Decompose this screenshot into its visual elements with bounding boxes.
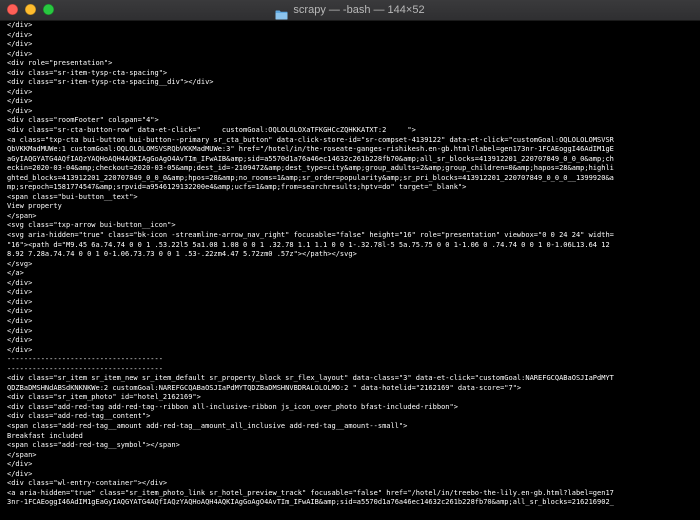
terminal-line: </div>	[7, 307, 33, 316]
terminal-line: 8.92 7.28a.74.74 0 0 1 0-1.06.73.73 0 0 …	[7, 250, 357, 259]
terminal-line: -------------------------------------	[7, 364, 163, 373]
terminal-line: </span>	[7, 211, 37, 220]
terminal-line: mp;srepoch=1581774547&amp;srpvid=a954612…	[7, 183, 467, 192]
terminal-line: </div>	[7, 460, 33, 469]
terminal-line: <div role="presentation">	[7, 59, 113, 68]
terminal-line: </div>	[7, 21, 33, 29]
terminal-line: -------------------------------------	[7, 355, 163, 364]
terminal-line: <svg aria-hidden="true" class="bk-icon -…	[7, 231, 614, 240]
window-title: scrapy — -bash — 144×52	[293, 4, 425, 16]
terminal-line: </a>	[7, 269, 24, 278]
terminal-line: <div class="sr_item_photo" id="hotel_216…	[7, 393, 201, 402]
terminal-line: </div>	[7, 288, 33, 297]
terminal-output[interactable]: </div> </div> </div> </div> <div role="prese…	[0, 21, 700, 520]
terminal-line: </div>	[7, 49, 33, 58]
terminal-line: </div>	[7, 278, 33, 287]
terminal-line: </div>	[7, 316, 33, 325]
folder-icon	[275, 5, 288, 20]
terminal-line: <span class="add-red-tag__amount add-red…	[7, 421, 408, 430]
terminal-line: <div class="add-red-tag add-red-tag--rib…	[7, 402, 458, 411]
terminal-line: <a aria-hidden="true" class="sr_item_pho…	[7, 488, 614, 497]
window-controls	[7, 4, 54, 15]
terminal-line: <div class="sr-item-tysp-cta-spacing__di…	[7, 78, 214, 87]
terminal-line: </div>	[7, 97, 33, 106]
terminal-line: <div class="sr-item-tysp-cta-spacing">	[7, 68, 168, 77]
terminal-line: <div class="roomFooter" colspan="4">	[7, 116, 159, 125]
terminal-line: </div>	[7, 297, 33, 306]
terminal-line: QDZBaDMSHNdABSdKNKNKWe:2 customGoal:NARE…	[7, 383, 522, 392]
terminal-line: <a class="txp-cta bui-button bui-button-…	[7, 135, 614, 144]
close-button[interactable]	[7, 4, 18, 15]
terminal-line: 3nr-1FCAEoggI46AdIM1gEaGyIAQGYATG4AQfIAQ…	[7, 498, 614, 507]
terminal-line: <div class="wl-entry-container"></div>	[7, 479, 168, 488]
terminal-line: Breakfast included	[7, 431, 83, 440]
terminal-line: eckin=2020-03-04&amp;checkout=2020-03-05…	[7, 164, 614, 173]
terminal-line: </div>	[7, 30, 33, 39]
terminal-line: <div class="add-red-tag__content">	[7, 412, 151, 421]
terminal-line: </div>	[7, 345, 33, 354]
terminal-line: </svg>	[7, 259, 33, 268]
terminal-line: aGyIAQGYATG4AQfIAQzYAQHoAQH4AQKIAgGoAgO4…	[7, 154, 614, 163]
terminal-line: </div>	[7, 40, 33, 49]
terminal-line: </div>	[7, 87, 33, 96]
terminal-line: View property	[7, 202, 62, 211]
terminal-line: QbVKKMadMUWe:1 customGoal:OQLOLOLOMSVSRQ…	[7, 145, 614, 154]
terminal-line: <svg class="txp-arrow bui-button__icon">	[7, 221, 176, 230]
minimize-button[interactable]	[25, 4, 36, 15]
terminal-line: </div>	[7, 336, 33, 345]
terminal-line: <div class="sr-cta-button-row" data-et-c…	[7, 126, 416, 135]
terminal-line: </div>	[7, 106, 33, 115]
zoom-button[interactable]	[43, 4, 54, 15]
terminal-line: <span class="bui-button__text">	[7, 192, 138, 201]
terminal-window: scrapy — -bash — 144×52 </div> </div> </di…	[0, 0, 700, 520]
terminal-line: <div class="sr_item sr_item_new sr_item_…	[7, 374, 614, 383]
terminal-line: </span>	[7, 450, 37, 459]
terminal-line: <span class="add-red-tag__symbol"></span…	[7, 441, 180, 450]
terminal-line: </div>	[7, 469, 33, 478]
terminal-line: "16"><path d="M9.45 6a.74.74 0 0 1 .53.2…	[7, 240, 610, 249]
title-bar[interactable]: scrapy — -bash — 144×52	[0, 0, 700, 21]
terminal-line: ghted_blocks=413912201_220707849_0_0_0&a…	[7, 173, 614, 182]
terminal-line: </div>	[7, 326, 33, 335]
window-title-group: scrapy — -bash — 144×52	[275, 4, 425, 20]
